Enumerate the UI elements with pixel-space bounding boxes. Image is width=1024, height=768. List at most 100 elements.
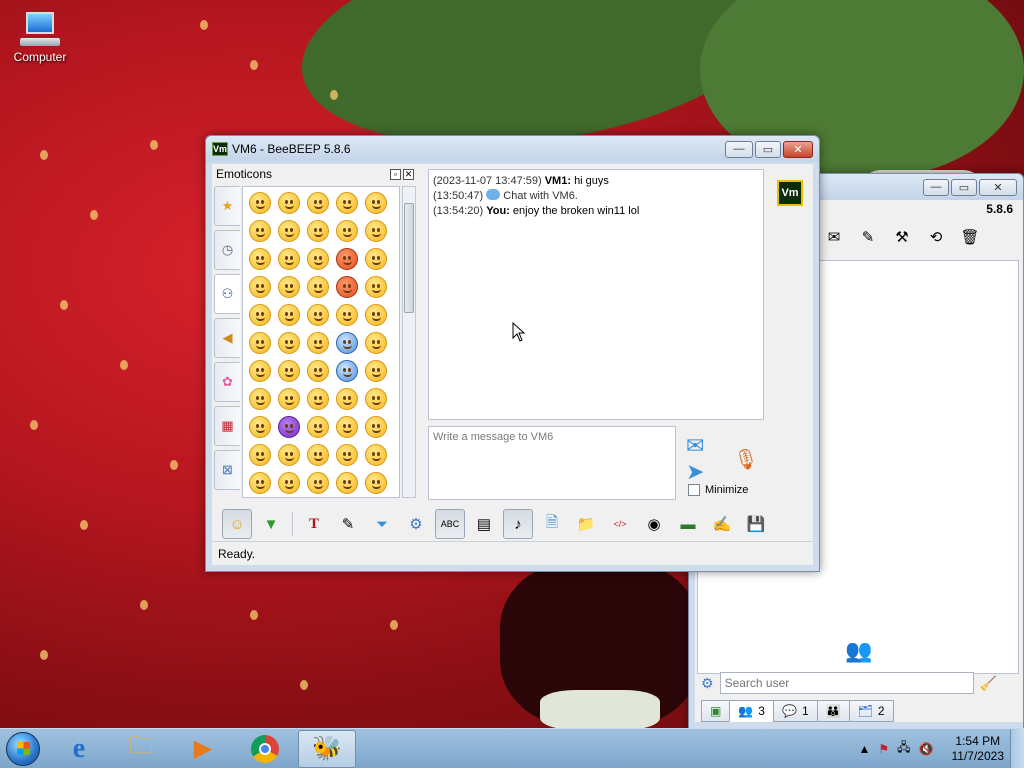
clear-broom-icon[interactable]: 🧹	[980, 675, 997, 692]
bell-icon[interactable]: ◀	[214, 318, 240, 358]
action-center-icon[interactable]: ⚑	[878, 742, 889, 756]
mail-icon[interactable]: ✉	[821, 224, 847, 250]
emoticon-item[interactable]	[333, 385, 361, 412]
trash-icon[interactable]: 🗑	[957, 224, 983, 250]
tools-icon[interactable]: ⚒	[889, 224, 915, 250]
emoticon-item[interactable]	[333, 189, 361, 216]
filter-button[interactable]: ⏷	[367, 509, 397, 539]
tab-file-share[interactable]: 🗂 2	[848, 700, 894, 722]
emoticon-item[interactable]	[275, 217, 303, 244]
emoticon-item[interactable]	[246, 301, 274, 328]
chat-log[interactable]: (2023-11-07 13:47:59) VM1: hi guys (13:5…	[428, 169, 764, 420]
emoticon-item[interactable]	[304, 329, 332, 356]
emoticon-item[interactable]	[246, 385, 274, 412]
close-button[interactable]: ✕	[783, 140, 813, 158]
emoticon-item[interactable]	[362, 273, 390, 300]
minimize-checkbox[interactable]	[688, 484, 700, 496]
float-panel-button[interactable]: ▫	[390, 168, 401, 180]
emoticon-item[interactable]	[304, 441, 332, 468]
symbols-icon[interactable]: ⊠	[214, 450, 240, 490]
emoticon-item[interactable]	[333, 301, 361, 328]
edit-icon[interactable]: ✎	[855, 224, 881, 250]
people-icon[interactable]: ⚇	[214, 274, 240, 314]
emoticon-scrollbar[interactable]	[402, 186, 416, 498]
send-folder-button[interactable]: 📁	[571, 509, 601, 539]
emoticon-item[interactable]	[362, 301, 390, 328]
building-icon[interactable]: ▦	[214, 406, 240, 446]
emoticon-item[interactable]	[304, 385, 332, 412]
maximize-button[interactable]: ▭	[951, 178, 977, 196]
screenshot-button[interactable]: ◉	[639, 509, 669, 539]
emoticon-item[interactable]	[362, 441, 390, 468]
emoticon-item[interactable]	[333, 413, 361, 440]
emoticon-item[interactable]	[275, 385, 303, 412]
emoticon-item[interactable]	[275, 329, 303, 356]
tab-network[interactable]: ▣	[701, 700, 731, 722]
emoticon-item[interactable]	[275, 357, 303, 384]
avatar[interactable]: Vm	[777, 180, 803, 206]
chat-window[interactable]: Vm VM6 - BeeBEEP 5.8.6 — ▭ ✕ Emoticons ▫…	[205, 135, 820, 572]
emoticon-item[interactable]	[246, 217, 274, 244]
title-bar[interactable]: Vm VM6 - BeeBEEP 5.8.6 — ▭ ✕	[206, 136, 819, 162]
message-input[interactable]: Write a message to VM6	[428, 426, 676, 500]
emoticons-button[interactable]: ☺	[222, 509, 252, 539]
emoticon-item[interactable]	[333, 245, 361, 272]
minimize-checkbox-row[interactable]: Minimize	[688, 484, 748, 496]
emoticon-item[interactable]	[275, 189, 303, 216]
collapse-button[interactable]: ▼	[256, 509, 286, 539]
emoticon-item[interactable]	[304, 273, 332, 300]
close-panel-button[interactable]: ✕	[403, 168, 414, 180]
emoticon-item[interactable]	[246, 189, 274, 216]
network-icon[interactable]: 🖧	[897, 738, 910, 759]
minimize-button[interactable]: —	[923, 178, 949, 196]
update-icon[interactable]: ⟲	[923, 224, 949, 250]
taskbar-explorer[interactable]: 🗀	[112, 730, 170, 768]
emoticon-item[interactable]	[275, 441, 303, 468]
emoticon-item[interactable]	[333, 357, 361, 384]
save-button[interactable]: 💾	[741, 509, 771, 539]
taskbar-beebeep[interactable]: 🐝	[298, 729, 356, 768]
emoticon-item[interactable]	[246, 469, 274, 496]
emoticon-item[interactable]	[304, 357, 332, 384]
emoticon-item[interactable]	[304, 301, 332, 328]
close-button[interactable]: ✕	[979, 178, 1017, 196]
maximize-button[interactable]: ▭	[755, 140, 781, 158]
show-hidden-icons[interactable]: ▲	[859, 742, 871, 756]
voice-message-button[interactable]: 🎙	[732, 442, 760, 476]
notes-button[interactable]: ✍	[707, 509, 737, 539]
emoticon-item[interactable]	[333, 469, 361, 496]
emoticon-item[interactable]	[304, 189, 332, 216]
clock[interactable]: 1:54 PM 11/7/2023	[952, 734, 1005, 764]
emoticon-item[interactable]	[333, 329, 361, 356]
emoticon-item[interactable]	[362, 385, 390, 412]
emoticon-item[interactable]	[362, 189, 390, 216]
taskbar-ie[interactable]: e	[50, 730, 108, 768]
emoticon-item[interactable]	[362, 217, 390, 244]
sound-button[interactable]: ♪	[503, 509, 533, 539]
emoticon-item[interactable]	[333, 273, 361, 300]
emoticon-grid[interactable]	[242, 186, 400, 498]
settings-button[interactable]: ⚙	[401, 509, 431, 539]
save-chat-button[interactable]: 🗎	[537, 509, 567, 539]
emoticon-item[interactable]	[275, 273, 303, 300]
emoticon-item[interactable]	[275, 245, 303, 272]
tab-users[interactable]: 👥 3	[729, 700, 774, 722]
flower-icon[interactable]: ✿	[214, 362, 240, 402]
font-color-button[interactable]: ✎	[333, 509, 363, 539]
emoticon-item[interactable]	[304, 245, 332, 272]
tab-chats[interactable]: 💬 1	[772, 700, 818, 722]
taskbar-chrome[interactable]	[236, 730, 294, 768]
settings-gear-icon[interactable]: ⚙	[701, 675, 714, 692]
emoticon-item[interactable]	[246, 357, 274, 384]
search-user-input[interactable]	[719, 672, 974, 694]
send-button[interactable]: ✉➤	[686, 433, 720, 484]
desktop-icon-computer[interactable]: Computer	[8, 8, 72, 64]
emoticon-item[interactable]	[246, 273, 274, 300]
volume-muted-icon[interactable]: 🔇	[919, 742, 934, 756]
tab-groups[interactable]: 👪	[816, 700, 850, 722]
emoticon-item[interactable]	[275, 469, 303, 496]
taskbar-media-player[interactable]: ▶	[174, 730, 232, 768]
emoticon-item[interactable]	[333, 217, 361, 244]
terminal-button[interactable]: ▬	[673, 509, 703, 539]
emoticon-item[interactable]	[246, 245, 274, 272]
